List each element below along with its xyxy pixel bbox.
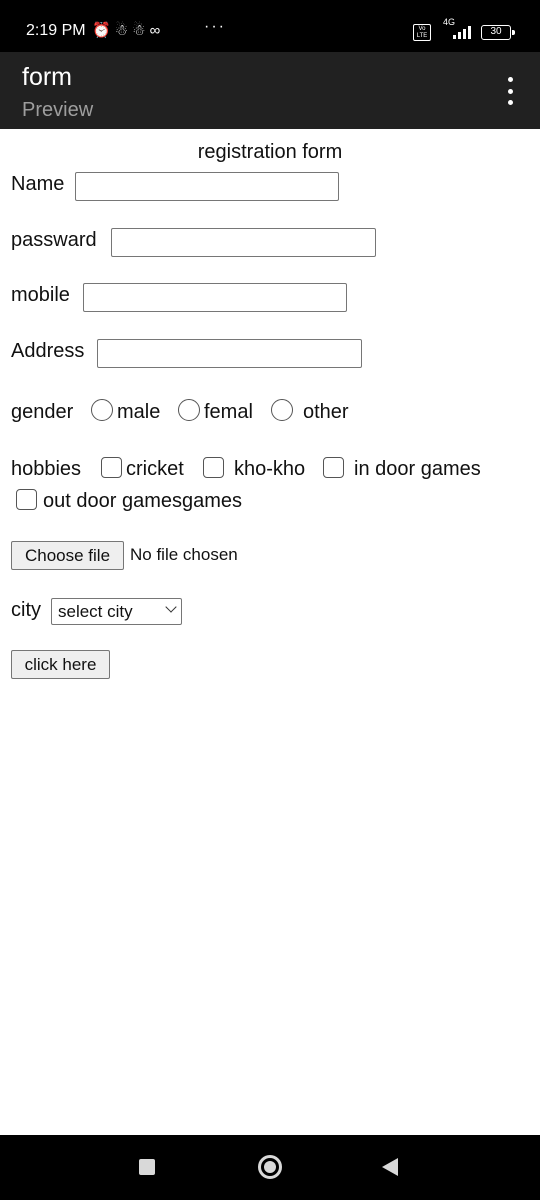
recent-apps-icon[interactable] (139, 1159, 155, 1175)
submit-button[interactable]: click here (11, 650, 110, 679)
muted-alarm-icon: ⏰ (92, 22, 115, 39)
gender-radio-male[interactable] (91, 399, 113, 421)
mobile-input[interactable] (83, 283, 347, 312)
volte-icon: Vo LTE (413, 23, 431, 41)
back-icon[interactable] (382, 1158, 398, 1176)
hobbies-label: hobbies (11, 458, 82, 480)
gender-option-label: femal (204, 401, 253, 423)
gender-radio-female[interactable] (178, 399, 200, 421)
city-label: city (11, 599, 41, 621)
form-heading: registration form (197, 141, 343, 163)
snapchat-icon: ☃ (132, 22, 150, 39)
hobby-option-label: kho-kho (234, 458, 306, 480)
status-bar: 2:19 PM ⏰☃☃∞ ··· Vo LTE 4G 30 (0, 0, 540, 52)
gender-radio-other[interactable] (271, 399, 293, 421)
name-input[interactable] (75, 172, 339, 201)
app-bar: form Preview (0, 52, 540, 129)
signal-icon: 4G (435, 17, 477, 41)
infinity-icon: ∞ (149, 22, 165, 39)
snapchat-icon: ☃ (114, 22, 133, 39)
hobby-option-label: in door games (354, 458, 481, 480)
password-input[interactable] (111, 228, 376, 257)
hobby-option-label: out door gamesgames (43, 490, 243, 512)
chevron-down-icon (165, 601, 177, 613)
hobby-checkbox-kho-kho[interactable] (203, 457, 224, 478)
mobile-label: mobile (11, 284, 70, 306)
navigation-bar (0, 1135, 540, 1200)
battery-level: 30 (490, 25, 502, 37)
gender-option-label: male (117, 401, 161, 423)
gender-option-label: other (303, 401, 349, 423)
notification-icons: ⏰☃☃∞ (92, 21, 164, 39)
password-label: passward (11, 229, 97, 251)
choose-file-button[interactable]: Choose file (11, 541, 124, 570)
status-right: Vo LTE 4G 30 (413, 17, 515, 42)
battery-icon: 30 (481, 24, 515, 40)
more-notifications-icon: ··· (204, 18, 226, 35)
name-label: Name (11, 173, 65, 195)
home-icon[interactable] (258, 1155, 282, 1179)
file-status: No file chosen (130, 545, 238, 564)
address-label: Address (11, 340, 85, 362)
gender-label: gender (11, 401, 74, 423)
address-input[interactable] (97, 339, 362, 368)
hobby-option-label: cricket (126, 458, 184, 480)
more-vertical-icon[interactable] (500, 77, 520, 105)
hobby-checkbox-cricket[interactable] (101, 457, 122, 478)
hobby-checkbox-outdoor[interactable] (16, 489, 37, 510)
hobby-checkbox-indoor[interactable] (323, 457, 344, 478)
city-select[interactable]: select city (51, 598, 182, 625)
status-time: 2:19 PM (26, 22, 86, 39)
app-subtitle: Preview (22, 99, 94, 121)
city-select-value: select city (58, 602, 133, 621)
app-title: form (22, 63, 72, 91)
